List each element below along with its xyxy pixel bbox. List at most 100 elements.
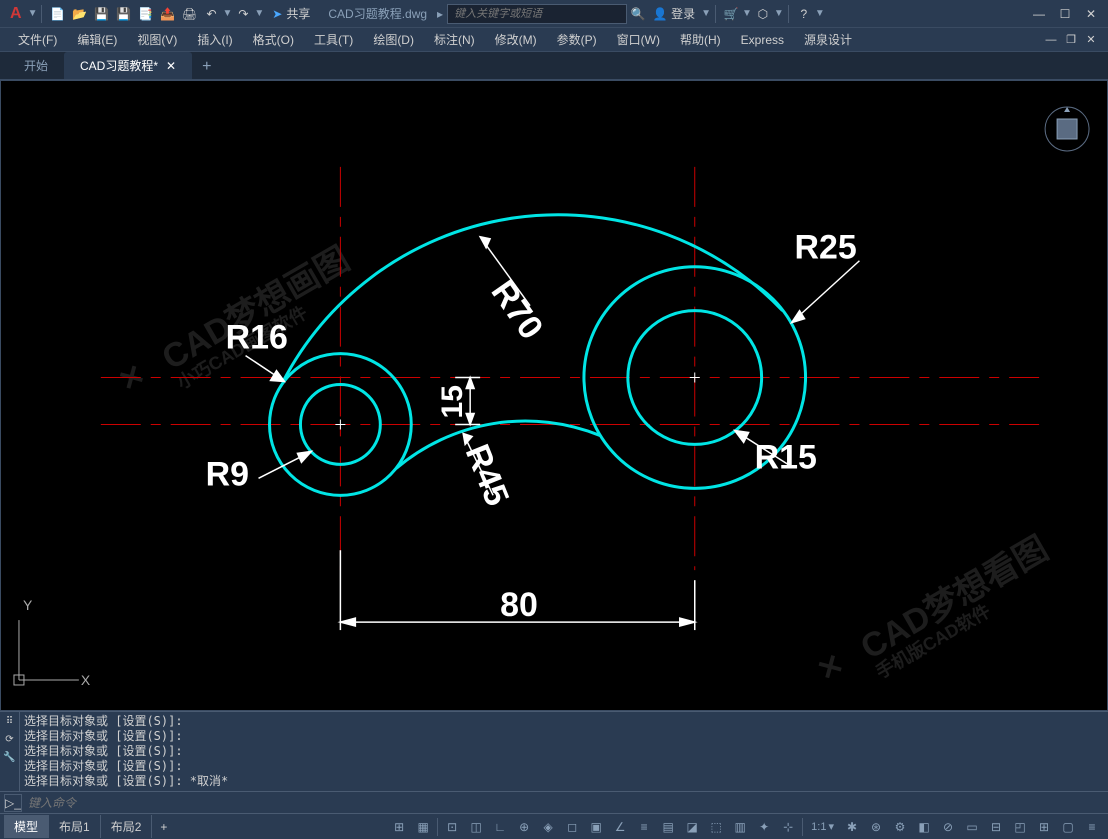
doc-close[interactable]: ✕ — [1082, 32, 1100, 48]
sb-grid-icon[interactable]: ▦ — [411, 816, 435, 838]
app-icon[interactable]: ⬡ — [754, 5, 772, 23]
sb-isolate-icon[interactable]: ◰ — [1008, 816, 1032, 838]
layout-tab-2[interactable]: 布局2 — [101, 815, 153, 838]
drawing-canvas[interactable]: CAD梦想画图 小巧CAD画图软件 ✕ CAD梦想看图 手机版CAD软件 ✕ R… — [0, 80, 1108, 711]
share-label: 共享 — [286, 5, 310, 22]
command-input-row: ▷_ — [0, 791, 1108, 813]
menu-help[interactable]: 帮助(H) — [670, 28, 731, 51]
redo-dropdown[interactable]: ▼ — [254, 8, 264, 19]
menu-view[interactable]: 视图(V) — [127, 28, 187, 51]
layout-tab-1[interactable]: 布局1 — [49, 815, 101, 838]
sb-transparency-icon[interactable]: ▤ — [656, 816, 680, 838]
cart-dropdown[interactable]: ▼ — [742, 8, 752, 19]
menu-dimension[interactable]: 标注(N) — [424, 28, 485, 51]
login-button[interactable]: 登录 — [671, 5, 695, 22]
user-icon[interactable]: 👤 — [651, 5, 669, 23]
maximize-button[interactable]: ☐ — [1054, 3, 1076, 25]
doc-restore[interactable]: ❐ — [1062, 32, 1080, 48]
menu-window[interactable]: 窗口(W) — [607, 28, 670, 51]
login-dropdown[interactable]: ▼ — [701, 8, 711, 19]
tab-add-button[interactable]: + — [192, 55, 221, 79]
cmd-prompt-icon[interactable]: ▷_ — [4, 794, 22, 812]
menu-edit[interactable]: 编辑(E) — [67, 28, 127, 51]
sb-selection-icon[interactable]: ▥ — [728, 816, 752, 838]
cmd-config-icon[interactable]: 🔧 — [0, 748, 19, 766]
cmd-menu-icon[interactable]: ⠿ — [0, 712, 19, 730]
search-icon[interactable]: 🔍 — [629, 5, 647, 23]
sb-dyn-input-icon[interactable]: ⊹ — [776, 816, 800, 838]
sb-units-icon[interactable]: ⊘ — [936, 816, 960, 838]
sb-annotation-icon[interactable]: ✱ — [840, 816, 864, 838]
menu-file[interactable]: 文件(F) — [8, 28, 67, 51]
print-icon[interactable]: 🖨 — [180, 5, 198, 23]
menu-format[interactable]: 格式(O) — [243, 28, 304, 51]
open-web-icon[interactable]: 📑 — [136, 5, 154, 23]
sb-model-icon[interactable]: ⊞ — [387, 816, 411, 838]
sb-3dosnap-icon[interactable]: ▣ — [584, 816, 608, 838]
undo-icon[interactable]: ↶ — [202, 5, 220, 23]
menu-express[interactable]: Express — [731, 30, 794, 50]
sb-scale[interactable]: 1:1 ▾ — [805, 820, 840, 833]
help-dropdown[interactable]: ▼ — [815, 8, 825, 19]
tab-start[interactable]: 开始 — [8, 52, 64, 79]
sb-osnap-icon[interactable]: ◻ — [560, 816, 584, 838]
close-button[interactable]: ✕ — [1080, 3, 1102, 25]
redo-icon[interactable]: ↷ — [234, 5, 252, 23]
sb-ortho-icon[interactable]: ∟ — [488, 816, 512, 838]
sb-iso-icon[interactable]: ◈ — [536, 816, 560, 838]
svg-text:CAD梦想看图: CAD梦想看图 — [854, 529, 1054, 667]
sb-cycling-icon[interactable]: ◪ — [680, 816, 704, 838]
menu-draw[interactable]: 绘图(D) — [363, 28, 424, 51]
sb-workspace-icon[interactable]: ⚙ — [888, 816, 912, 838]
menu-parametric[interactable]: 参数(P) — [547, 28, 607, 51]
tab-current[interactable]: CAD习题教程* ✕ — [64, 52, 192, 79]
app-dropdown[interactable]: ▼ — [774, 8, 784, 19]
save-icon[interactable]: 💾 — [92, 5, 110, 23]
dim-15: 15 — [436, 385, 469, 418]
new-icon[interactable]: 📄 — [48, 5, 66, 23]
sb-hardware-icon[interactable]: ⊞ — [1032, 816, 1056, 838]
sb-quick-props-icon[interactable]: ▭ — [960, 816, 984, 838]
saveas-icon[interactable]: 💾 — [114, 5, 132, 23]
open-icon[interactable]: 📂 — [70, 5, 88, 23]
menu-yuanquan[interactable]: 源泉设计 — [794, 28, 862, 51]
sb-lineweight-icon[interactable]: ≡ — [632, 816, 656, 838]
menu-modify[interactable]: 修改(M) — [485, 28, 547, 51]
sb-otrack-icon[interactable]: ∠ — [608, 816, 632, 838]
app-logo: A — [10, 5, 22, 23]
help-icon[interactable]: ? — [795, 5, 813, 23]
app-menu-arrow[interactable]: ▼ — [28, 8, 38, 19]
command-input[interactable] — [28, 796, 1104, 810]
undo-dropdown[interactable]: ▼ — [222, 8, 232, 19]
dim-r45: R45 — [458, 439, 517, 511]
layout-add-button[interactable]: + — [152, 817, 175, 837]
sb-clean-icon[interactable]: ▢ — [1056, 816, 1080, 838]
sb-annoscale-icon[interactable]: ⊛ — [864, 816, 888, 838]
dim-r15: R15 — [755, 438, 817, 476]
cmd-line: 选择目标对象或 [设置(S)]: — [24, 759, 1104, 774]
minimize-button[interactable]: — — [1028, 3, 1050, 25]
sb-dyn-ucs-icon[interactable]: ⬚ — [704, 816, 728, 838]
doc-minimize[interactable]: — — [1042, 32, 1060, 48]
layout-tab-model[interactable]: 模型 — [4, 815, 49, 838]
sb-customize-icon[interactable]: ≡ — [1080, 816, 1104, 838]
ucs-y-label: Y — [23, 597, 33, 613]
sb-gizmo-icon[interactable]: ✦ — [752, 816, 776, 838]
tab-close-icon[interactable]: ✕ — [166, 59, 176, 73]
command-area: ⠿ ⟳ 🔧 选择目标对象或 [设置(S)]: 选择目标对象或 [设置(S)]: … — [0, 711, 1108, 791]
doc-tabs: 开始 CAD习题教程* ✕ + — [0, 52, 1108, 80]
menu-tools[interactable]: 工具(T) — [304, 28, 363, 51]
menu-insert[interactable]: 插入(I) — [187, 28, 242, 51]
dim-r9: R9 — [206, 455, 249, 493]
sb-snap-icon[interactable]: ⊡ — [440, 816, 464, 838]
share-button[interactable]: ➤ 共享 — [272, 5, 310, 22]
save-web-icon[interactable]: 📤 — [158, 5, 176, 23]
search-input[interactable] — [447, 4, 627, 24]
sb-lock-ui-icon[interactable]: ⊟ — [984, 816, 1008, 838]
sb-polar-icon[interactable]: ⊕ — [512, 816, 536, 838]
sb-infer-icon[interactable]: ◫ — [464, 816, 488, 838]
svg-text:✕: ✕ — [113, 358, 151, 399]
cart-icon[interactable]: 🛒 — [722, 5, 740, 23]
cmd-history-icon[interactable]: ⟳ — [0, 730, 19, 748]
sb-monitor-icon[interactable]: ◧ — [912, 816, 936, 838]
